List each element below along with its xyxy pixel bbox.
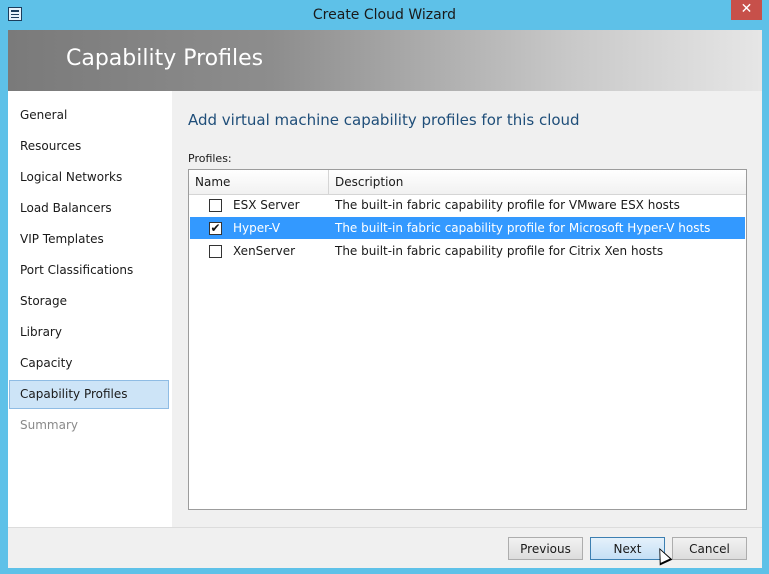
row-checkbox[interactable] — [209, 245, 222, 258]
table-row[interactable]: ✔ Hyper-V The built-in fabric capability… — [190, 217, 745, 239]
profile-name: ESX Server — [233, 198, 300, 212]
column-header-description[interactable]: Description — [329, 170, 746, 194]
checkmark-icon: ✔ — [210, 221, 221, 235]
section-heading: Add virtual machine capability profiles … — [188, 111, 580, 129]
profile-description: The built-in fabric capability profile f… — [335, 198, 680, 212]
profile-name: XenServer — [233, 244, 296, 258]
nav-step-capacity[interactable]: Capacity — [9, 349, 169, 378]
table-row[interactable]: XenServer The built-in fabric capability… — [190, 240, 745, 262]
grid-header: Name Description — [189, 170, 746, 195]
wizard-footer: Previous Next Cancel — [8, 527, 762, 568]
nav-step-library[interactable]: Library — [9, 318, 169, 347]
wizard-step-nav: General Resources Logical Networks Load … — [8, 91, 172, 527]
profile-name: Hyper-V — [233, 221, 281, 235]
profile-description: The built-in fabric capability profile f… — [335, 221, 711, 235]
nav-step-vip-templates[interactable]: VIP Templates — [9, 225, 169, 254]
next-button[interactable]: Next — [590, 537, 665, 560]
page-banner: Capability Profiles — [8, 30, 762, 91]
close-icon[interactable]: ✕ — [731, 0, 762, 20]
previous-button[interactable]: Previous — [508, 537, 583, 560]
nav-step-load-balancers[interactable]: Load Balancers — [9, 194, 169, 223]
title-bar[interactable]: Create Cloud Wizard ✕ — [0, 0, 769, 30]
profiles-label: Profiles: — [188, 152, 232, 165]
nav-step-summary: Summary — [20, 418, 78, 432]
page-title: Capability Profiles — [66, 46, 264, 71]
window-title: Create Cloud Wizard — [312, 7, 457, 23]
nav-step-port-classifications[interactable]: Port Classifications — [9, 256, 169, 285]
table-row[interactable]: ESX Server The built-in fabric capabilit… — [190, 194, 745, 216]
wizard-content: Capability Profiles General Resources Lo… — [8, 30, 762, 568]
column-header-name[interactable]: Name — [189, 170, 329, 194]
row-checkbox[interactable] — [209, 199, 222, 212]
nav-step-storage[interactable]: Storage — [9, 287, 169, 316]
row-checkbox[interactable]: ✔ — [209, 222, 222, 235]
wizard-window: Create Cloud Wizard ✕ Capability Profile… — [0, 0, 769, 574]
main-panel: Add virtual machine capability profiles … — [172, 91, 762, 527]
nav-step-logical-networks[interactable]: Logical Networks — [9, 163, 169, 192]
nav-step-resources[interactable]: Resources — [9, 132, 169, 161]
nav-step-capability-profiles[interactable]: Capability Profiles — [9, 380, 169, 409]
cancel-button[interactable]: Cancel — [672, 537, 747, 560]
profile-description: The built-in fabric capability profile f… — [335, 244, 664, 258]
profiles-grid[interactable]: Name Description ESX Server The built-in… — [188, 169, 747, 510]
nav-step-general[interactable]: General — [9, 101, 169, 130]
